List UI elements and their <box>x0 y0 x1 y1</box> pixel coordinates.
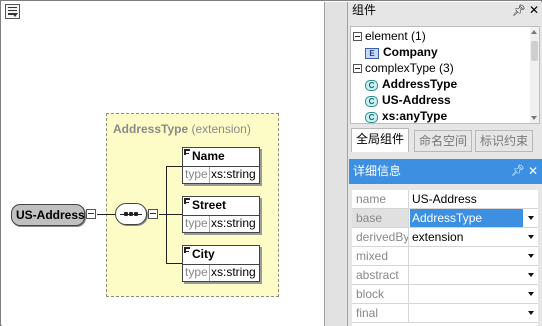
tree-group-label: complexType (3) <box>365 61 454 75</box>
tree-item-addresstype[interactable]: C AddressType <box>365 76 457 92</box>
components-panel: 组件 📌︎ ✕ element (1) E Company complexType… <box>348 2 542 156</box>
tree-item-label: AddressType <box>382 77 458 91</box>
tab-identity-constraints[interactable]: 标识约束 <box>475 130 534 152</box>
property-value[interactable]: extension <box>410 228 523 246</box>
element-name: Street <box>183 197 259 216</box>
components-panel-title: 组件 <box>352 3 377 17</box>
property-value[interactable]: US-Address <box>410 190 523 208</box>
property-name: block <box>352 285 409 303</box>
tree-group-complextype[interactable]: complexType (3) <box>353 60 454 76</box>
complex-type-icon: C <box>365 112 378 123</box>
type-label: type <box>184 216 210 232</box>
dropdown-arrow-icon[interactable] <box>524 229 538 245</box>
derivation-label: (extension) <box>191 122 251 136</box>
property-row-block[interactable]: block <box>352 285 538 304</box>
pin-icon[interactable]: 📌︎ <box>512 3 526 19</box>
scroll-up-icon[interactable] <box>531 30 537 34</box>
type-value: xs:string <box>211 265 256 279</box>
root-node-label: US-Address <box>16 208 85 222</box>
element-icon: E <box>365 48 379 59</box>
scroll-thumb[interactable] <box>531 41 538 61</box>
tree-item-label: xs:anyType <box>382 109 448 123</box>
connector-line <box>166 166 182 167</box>
element-name: Name <box>183 148 259 167</box>
sequence-compositor[interactable] <box>115 203 147 225</box>
diagram-menu-icon[interactable] <box>5 4 20 19</box>
dropdown-arrow-icon[interactable] <box>524 267 538 283</box>
property-name: abstract <box>352 266 409 284</box>
element-name-box[interactable]: Name type xs:string <box>182 147 260 184</box>
property-name: name <box>352 190 409 208</box>
pin-icon[interactable]: 📌︎ <box>511 159 525 184</box>
connector-line <box>159 214 166 215</box>
property-value[interactable] <box>410 304 523 322</box>
panel-splitter[interactable] <box>325 2 347 326</box>
components-tabs: 全局组件 命名空间 标识约束 <box>348 128 542 152</box>
element-street-box[interactable]: Street type xs:string <box>182 196 260 233</box>
property-name: mixed <box>352 247 409 265</box>
dropdown-arrow-icon[interactable] <box>524 210 538 226</box>
dropdown-arrow-icon[interactable] <box>524 305 538 321</box>
close-icon[interactable]: ✕ <box>529 2 539 18</box>
connector-line <box>97 214 115 215</box>
tab-namespaces[interactable]: 命名空间 <box>414 130 473 152</box>
property-name: final <box>352 304 409 322</box>
tree-item-us-address[interactable]: C US-Address <box>365 92 451 108</box>
collapse-icon[interactable] <box>353 64 362 73</box>
tab-global-components[interactable]: 全局组件 <box>351 128 410 152</box>
property-row-abstract[interactable]: abstract <box>352 266 538 285</box>
property-name: base <box>352 209 409 227</box>
type-label: type <box>184 167 210 183</box>
details-panel-title: 详细信息 <box>353 164 402 178</box>
schema-diagram-canvas[interactable]: AddressType (extension) US-Address Name … <box>2 2 324 326</box>
dropdown-arrow-icon[interactable] <box>524 248 538 264</box>
complex-type-icon: C <box>365 96 378 107</box>
property-value[interactable] <box>410 266 523 284</box>
tree-item-label: US-Address <box>382 93 451 107</box>
tree-group-label: element (1) <box>365 29 426 43</box>
property-value[interactable] <box>410 285 523 303</box>
components-tree[interactable]: element (1) E Company complexType (3) C Ad… <box>350 26 540 124</box>
collapse-icon[interactable] <box>353 32 362 41</box>
property-row-mixed[interactable]: mixed <box>352 247 538 266</box>
connector-line <box>166 263 182 264</box>
property-value[interactable]: AddressType <box>410 209 523 227</box>
property-row-final[interactable]: final <box>352 304 538 323</box>
property-row-name[interactable]: name US-Address <box>352 190 538 209</box>
property-grid: name US-Address base AddressType derived… <box>352 190 538 326</box>
details-panel-header: 详细信息 📌︎ ✕ <box>349 159 542 184</box>
tree-item-label: Company <box>383 45 438 59</box>
dropdown-arrow-icon[interactable] <box>524 286 538 302</box>
element-name: City <box>183 246 259 265</box>
tree-group-element[interactable]: element (1) <box>353 28 426 44</box>
complex-type-icon: C <box>365 80 378 91</box>
root-collapse-toggle[interactable] <box>86 209 96 219</box>
element-city-box[interactable]: City type xs:string <box>182 245 260 282</box>
base-type-name: AddressType <box>113 122 189 136</box>
tree-item-anytype[interactable]: Cxs:anyType <box>365 108 448 123</box>
connector-line <box>166 166 167 264</box>
close-icon[interactable]: ✕ <box>528 159 538 184</box>
type-label: type <box>184 265 210 281</box>
property-row-base[interactable]: base AddressType <box>352 209 538 228</box>
root-complex-type-node[interactable]: US-Address <box>11 204 85 226</box>
details-panel: 详细信息 📌︎ ✕ name US-Address base AddressTy… <box>348 156 542 326</box>
scroll-down-icon[interactable] <box>531 116 537 120</box>
extension-title: AddressType (extension) <box>113 122 251 136</box>
sequence-collapse-toggle[interactable] <box>148 209 158 219</box>
property-value[interactable] <box>410 247 523 265</box>
window-frame: AddressType (extension) US-Address Name … <box>0 0 542 326</box>
connector-line <box>166 214 182 215</box>
tree-item-company[interactable]: E Company <box>365 44 438 60</box>
property-name: derivedBy <box>352 228 409 246</box>
type-value: xs:string <box>211 167 256 181</box>
property-row-derivedby[interactable]: derivedBy extension <box>352 228 538 247</box>
components-panel-header: 组件 📌︎ ✕ <box>348 2 542 18</box>
tree-scrollbar[interactable] <box>530 27 539 123</box>
type-value: xs:string <box>211 216 256 230</box>
